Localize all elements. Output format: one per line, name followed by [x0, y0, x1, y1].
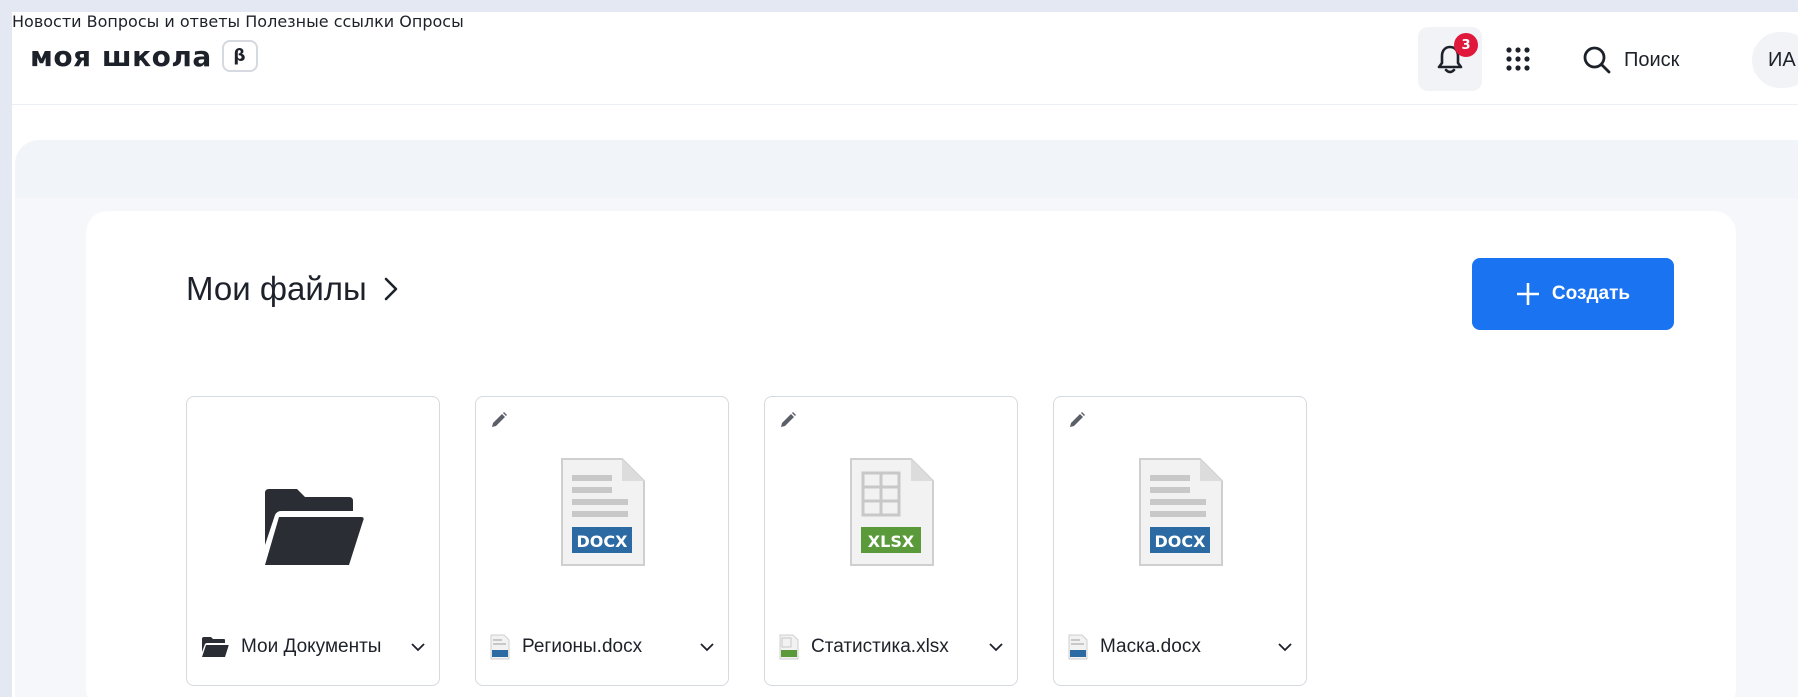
pencil-icon: [1068, 411, 1086, 433]
file-name: Маска.docx: [1100, 636, 1201, 657]
apps-menu-button[interactable]: [1496, 37, 1540, 81]
docx-file-icon: DOCX: [1054, 457, 1306, 567]
nav-useful-links[interactable]: Полезные ссылки: [245, 12, 394, 31]
file-tile-docx[interactable]: DOCX Регионы.docx: [475, 396, 729, 686]
apps-grid-icon: [1506, 47, 1530, 71]
chevron-right-icon: [383, 276, 399, 302]
beta-badge: β: [221, 40, 258, 72]
tile-footer: Маска.docx: [1054, 615, 1306, 679]
files-section-title[interactable]: Мои файлы: [186, 270, 399, 308]
nav-news[interactable]: Новости: [12, 12, 82, 31]
notifications-count-badge: 3: [1454, 33, 1478, 57]
xlsx-file-icon: XLSX: [765, 457, 1017, 567]
file-tile-folder[interactable]: Мои Документы: [186, 396, 440, 686]
file-tile-xlsx[interactable]: XLSX Статистика.xlsx: [764, 396, 1018, 686]
file-type-badge: DOCX: [1155, 532, 1207, 551]
search-label: Поиск: [1624, 48, 1680, 71]
tile-footer: Статистика.xlsx: [765, 615, 1017, 679]
chevron-down-icon[interactable]: [411, 642, 425, 652]
folder-small-icon: [202, 637, 229, 657]
docx-file-icon: DOCX: [476, 457, 728, 567]
docx-small-icon: [490, 634, 510, 660]
file-type-badge: DOCX: [577, 532, 629, 551]
top-banner: [15, 140, 1798, 200]
files-title-text: Мои файлы: [186, 270, 367, 307]
create-button[interactable]: Создать: [1472, 258, 1674, 330]
nav-polls[interactable]: Опросы: [399, 12, 463, 31]
tile-footer: Регионы.docx: [476, 615, 728, 679]
pencil-icon: [490, 411, 508, 433]
file-tile-docx[interactable]: DOCX Маска.docx: [1053, 396, 1307, 686]
file-name: Регионы.docx: [522, 636, 643, 657]
user-avatar[interactable]: ИА: [1752, 32, 1798, 88]
chevron-down-icon[interactable]: [700, 642, 714, 652]
search-icon: [1583, 46, 1611, 74]
create-label: Создать: [1551, 283, 1631, 304]
notifications-button[interactable]: 3: [1418, 27, 1482, 91]
top-header: моя школа β Новости Вопросы и ответы Пол…: [12, 12, 1798, 105]
file-name: Мои Документы: [241, 636, 382, 657]
pencil-icon: [779, 411, 797, 433]
file-type-badge: XLSX: [868, 532, 915, 551]
xlsx-small-icon: [779, 634, 799, 660]
logo[interactable]: моя школа β: [30, 36, 258, 76]
file-name: Статистика.xlsx: [811, 636, 949, 657]
folder-icon: [187, 457, 439, 569]
docx-small-icon: [1068, 634, 1088, 660]
logo-text: моя школа: [30, 39, 212, 73]
tile-footer: Мои Документы: [187, 615, 439, 679]
search-button[interactable]: Поиск: [1582, 40, 1679, 80]
chevron-down-icon[interactable]: [989, 642, 1003, 652]
nav-faq[interactable]: Вопросы и ответы: [87, 12, 241, 31]
avatar-initials: ИА: [1768, 48, 1796, 71]
plus-icon: [1516, 283, 1539, 305]
chevron-down-icon[interactable]: [1278, 642, 1292, 652]
